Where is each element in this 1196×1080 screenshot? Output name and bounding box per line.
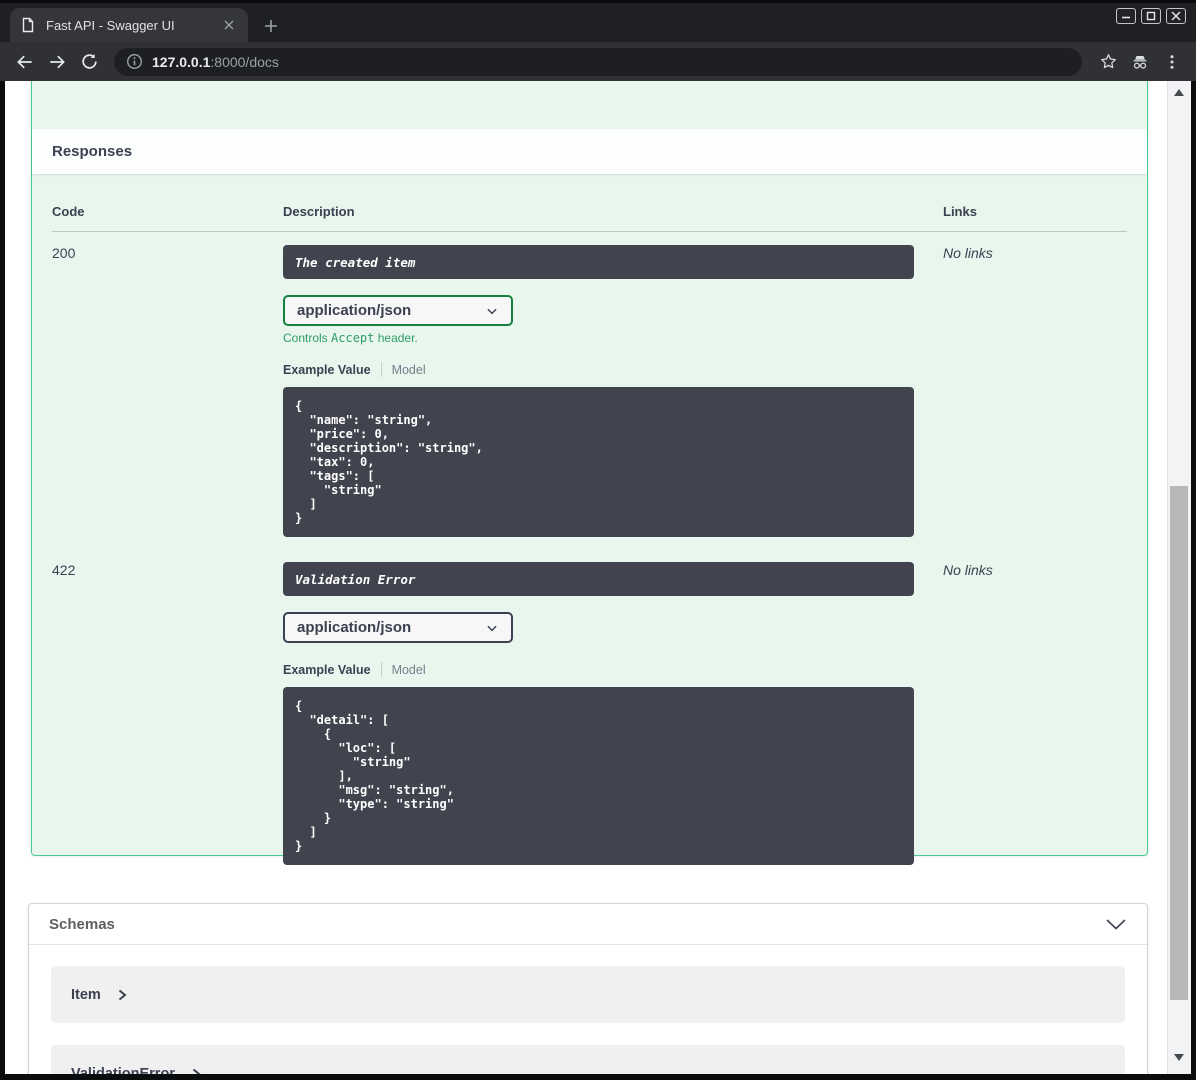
tab-model[interactable]: Model: [392, 363, 426, 377]
example-model-tabs: Example Value Model: [283, 662, 943, 677]
accept-header-hint: Controls Accept header.: [283, 331, 418, 345]
browser-menu-icon[interactable]: [1158, 48, 1186, 76]
reload-button[interactable]: [74, 47, 104, 77]
minimize-button[interactable]: [1116, 8, 1136, 24]
forward-button[interactable]: [42, 47, 72, 77]
column-header-description: Description: [283, 204, 355, 219]
schema-name: ValidationError: [71, 1065, 175, 1075]
window-controls: [1116, 8, 1186, 24]
response-links: No links: [943, 245, 993, 261]
response-description-cell: Validation Error application/json Exampl…: [283, 562, 943, 865]
scroll-up-arrow-icon[interactable]: [1174, 89, 1184, 96]
new-tab-button[interactable]: [258, 13, 284, 39]
maximize-button[interactable]: [1141, 8, 1161, 24]
post-operation-block: Responses Code Description Links 200 The…: [31, 81, 1148, 865]
close-button[interactable]: [1166, 8, 1186, 24]
tab-close-icon[interactable]: [220, 16, 238, 34]
tab-separator: [380, 362, 382, 377]
tab-example-value[interactable]: Example Value: [283, 663, 371, 677]
page-viewport: Responses Code Description Links 200 The…: [5, 81, 1191, 1074]
chevron-right-icon: [192, 1068, 201, 1074]
response-code: 200: [52, 245, 76, 261]
chevron-down-icon[interactable]: [1105, 918, 1127, 931]
chevron-down-icon: [487, 308, 497, 314]
page-favicon-icon: [20, 17, 36, 33]
example-json-block: { "detail": [ { "loc": [ "string" ], "ms…: [283, 687, 914, 865]
example-json-text: { "name": "string", "price": 0, "descrip…: [295, 399, 483, 525]
example-json-block: { "name": "string", "price": 0, "descrip…: [283, 387, 914, 537]
responses-table: Code Description Links 200 The created i…: [32, 174, 1147, 865]
schema-name: Item: [71, 986, 101, 1003]
response-row-422: 422 Validation Error application/json Ex…: [52, 549, 1127, 865]
column-header-code: Code: [52, 204, 85, 219]
schemas-section: Schemas Item ValidationError: [28, 903, 1148, 1074]
schemas-title: Schemas: [49, 915, 115, 933]
tab-title: Fast API - Swagger UI: [46, 17, 175, 33]
response-description-box: The created item: [283, 245, 914, 279]
incognito-icon: [1126, 48, 1154, 76]
tab-separator: [380, 662, 382, 677]
chevron-right-icon: [118, 989, 127, 1000]
schema-item-row[interactable]: Item: [51, 966, 1125, 1023]
response-description-cell: The created item application/json Contro…: [283, 245, 943, 537]
bookmark-star-icon[interactable]: [1094, 48, 1122, 76]
example-json-text: { "detail": [ { "loc": [ "string" ], "ms…: [295, 699, 454, 853]
response-description-text: Validation Error: [295, 571, 416, 587]
response-description-text: The created item: [295, 254, 416, 270]
tab-model[interactable]: Model: [392, 663, 426, 677]
column-header-links: Links: [943, 204, 977, 219]
responses-title: Responses: [52, 143, 133, 160]
media-type-value: application/json: [297, 302, 412, 319]
example-model-tabs: Example Value Model: [283, 362, 943, 377]
url-host: 127.0.0.1: [152, 53, 211, 70]
chevron-down-icon: [487, 625, 497, 631]
schemas-body: Item ValidationError: [29, 945, 1147, 1074]
responses-table-head: Code Description Links: [52, 174, 1127, 232]
media-type-select[interactable]: application/json: [283, 295, 513, 326]
back-button[interactable]: [10, 47, 40, 77]
scrollbar-thumb[interactable]: [1170, 486, 1188, 1000]
url-bar[interactable]: 127.0.0.1:8000/docs: [114, 47, 1082, 76]
site-info-icon[interactable]: [126, 53, 143, 70]
responses-section-header: Responses: [32, 129, 1147, 174]
scroll-down-arrow-icon[interactable]: [1174, 1054, 1184, 1061]
url-text: 127.0.0.1:8000/docs: [152, 54, 279, 70]
media-type-select[interactable]: application/json: [283, 612, 513, 643]
titlebar: Fast API - Swagger UI: [0, 0, 1196, 42]
media-type-value: application/json: [297, 619, 412, 636]
schema-validationerror-row[interactable]: ValidationError: [51, 1045, 1125, 1074]
response-code: 422: [52, 562, 76, 578]
response-row-200: 200 The created item application/json Co…: [52, 232, 1127, 537]
tab-example-value[interactable]: Example Value: [283, 363, 371, 377]
browser-toolbar: 127.0.0.1:8000/docs: [0, 42, 1196, 81]
browser-tab[interactable]: Fast API - Swagger UI: [10, 8, 248, 42]
response-links: No links: [943, 562, 993, 578]
vertical-scrollbar[interactable]: [1167, 81, 1191, 1074]
url-path: :8000/docs: [210, 53, 279, 70]
schemas-header[interactable]: Schemas: [29, 904, 1147, 945]
response-description-box: Validation Error: [283, 562, 914, 596]
